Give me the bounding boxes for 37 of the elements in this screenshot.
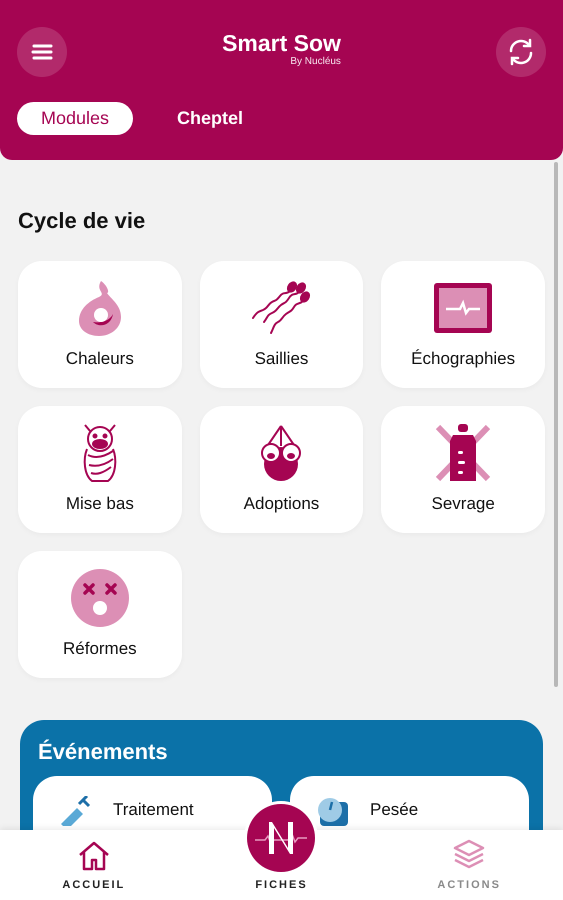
module-label: Sevrage [432, 493, 495, 515]
menu-icon [31, 43, 53, 61]
event-card[interactable]: Pesée [290, 776, 529, 830]
event-label: Traitement [113, 800, 194, 820]
module-card[interactable]: Mise bas [18, 406, 182, 533]
module-card[interactable]: Réformes [18, 551, 182, 678]
home-icon [76, 840, 111, 870]
flame-icon [76, 279, 123, 337]
layers-icon [452, 838, 486, 870]
event-card[interactable]: Traitement [33, 776, 272, 830]
module-card[interactable]: Chaleurs [18, 261, 182, 388]
module-card[interactable]: Sevrage [381, 406, 545, 533]
module-label: Mise bas [66, 493, 134, 515]
crossed-bottle-icon [434, 423, 492, 483]
menu-button[interactable] [17, 27, 67, 77]
sperm-icon [250, 280, 312, 336]
module-card[interactable]: Adoptions [200, 406, 364, 533]
section-title: Cycle de vie [18, 207, 146, 235]
module-card[interactable]: Échographies [381, 261, 545, 388]
nav-tab[interactable]: ACCUEIL [0, 830, 188, 900]
module-label: Réformes [62, 638, 137, 660]
logo-icon [247, 804, 316, 872]
module-label: Échographies [411, 348, 516, 370]
module-label: Chaleurs [66, 348, 134, 370]
event-label: Pesée [370, 800, 418, 820]
monitor-icon [433, 282, 494, 334]
dizzy-face-icon [70, 569, 129, 627]
app-subtitle: By Nucléus [290, 56, 341, 68]
module-label: Saillies [254, 348, 308, 370]
module-label: Adoptions [244, 493, 320, 515]
app-title: Smart Sow [222, 30, 341, 56]
module-card[interactable]: Saillies [200, 261, 364, 388]
swaddled-piglet-icon [80, 423, 119, 483]
sync-button[interactable] [496, 27, 546, 77]
events-title: Événements [38, 738, 169, 766]
tab[interactable]: Modules [17, 102, 134, 135]
tab[interactable]: Cheptel [153, 102, 268, 135]
